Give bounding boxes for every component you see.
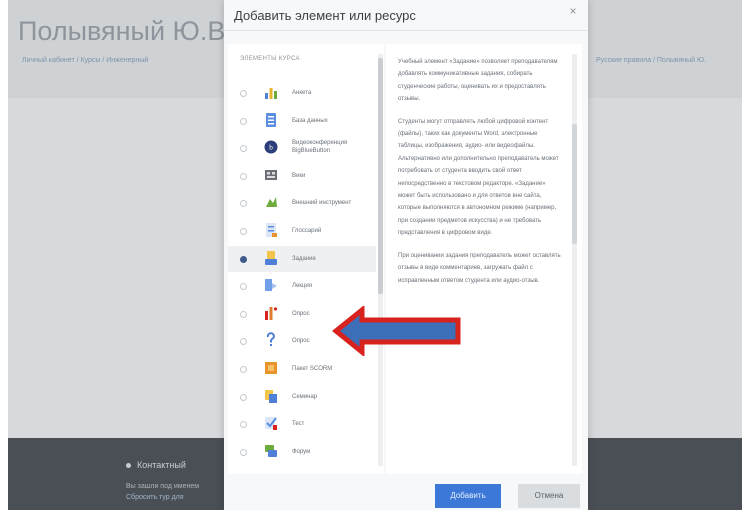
activity-item[interactable]: Вики (228, 163, 376, 189)
puzzle-icon (264, 194, 278, 210)
description-panel: Учебный элемент «Задание» позволяет преп… (386, 44, 582, 474)
activity-item[interactable]: Глоссарий (228, 218, 376, 244)
activity-list: ЭЛЕМЕНТЫ КУРСА Анкета База данных b Видеоко… (228, 44, 384, 474)
footer-reset-tour-link[interactable]: Сбросить тур для (126, 494, 184, 501)
wiki-icon (264, 167, 278, 183)
add-button[interactable]: Добавить (435, 484, 501, 508)
description-paragraph: Учебный элемент «Задание» позволяет преп… (398, 59, 558, 103)
activity-item[interactable]: Пакет SCORM (228, 356, 376, 382)
annotation-arrow-icon (332, 306, 461, 356)
chart-icon (264, 84, 278, 100)
cancel-button[interactable]: Отмена (518, 484, 580, 508)
activity-item-label: Анкета (292, 90, 312, 96)
activity-item-label: Видеоконференция BigBlueButton (292, 140, 348, 155)
scorm-icon (264, 360, 278, 376)
close-icon[interactable]: × (566, 4, 580, 18)
activity-radio[interactable] (240, 172, 247, 180)
description-paragraph: Студенты могут отправлять любой цифровой… (398, 118, 559, 237)
activity-item[interactable]: Внешний инструмент (228, 190, 376, 216)
activity-item[interactable]: Задание (228, 245, 376, 272)
database-icon (264, 112, 278, 128)
activity-item-label: Тест (292, 421, 305, 428)
activity-chooser-modal: Добавить элемент или ресурс × ЭЛЕМЕНТЫ К… (224, 0, 588, 510)
survey-icon (264, 305, 278, 321)
footer-contact-label: Контактный (137, 460, 186, 470)
activity-radio[interactable] (240, 448, 247, 456)
activity-item-label: Лекция (292, 283, 312, 290)
activity-radio[interactable] (240, 283, 247, 291)
activity-item-label: Пакет SCORM (292, 366, 333, 372)
activity-item[interactable]: Семинар (228, 384, 376, 410)
breadcrumb-right[interactable]: Русские правила / Полывяный Ю. (596, 57, 706, 64)
activity-item[interactable]: Форум (228, 439, 376, 465)
lesson-icon (264, 277, 278, 293)
activity-radio[interactable] (240, 90, 247, 97)
activity-item-label: Семинар (292, 393, 318, 400)
page-title: Полывяный Ю.В. Г (18, 16, 255, 46)
bigbluebutton-icon: b (264, 139, 278, 155)
workshop-icon (264, 388, 278, 404)
activity-radio[interactable] (240, 421, 247, 429)
modal-title: Добавить элемент или ресурс (234, 8, 416, 23)
description-scrollbar-thumb[interactable] (572, 124, 577, 244)
activity-item-label: Внешний инструмент (292, 200, 352, 207)
assignment-icon (264, 250, 278, 266)
modal-divider (224, 30, 588, 31)
activity-radio[interactable] (240, 228, 247, 235)
activity-radio[interactable] (240, 393, 247, 401)
activity-item[interactable]: База данных (228, 108, 376, 134)
activity-radio[interactable] (240, 338, 247, 346)
activity-item-label: Вики (292, 172, 306, 179)
list-scrollbar-thumb[interactable] (378, 58, 383, 294)
activity-radio[interactable] (240, 145, 247, 153)
forum-icon (264, 443, 278, 459)
svg-text:b: b (269, 145, 273, 152)
activity-radio[interactable] (240, 200, 247, 208)
activity-item[interactable]: b Видеоконференция BigBlueButton (228, 135, 376, 161)
glossary-icon (264, 222, 278, 238)
activity-radio[interactable] (240, 366, 247, 373)
footer-contact[interactable]: Контактный (126, 460, 186, 470)
activity-radio[interactable] (240, 117, 247, 125)
description-scrollbar[interactable] (572, 54, 577, 466)
activity-radio[interactable] (240, 255, 247, 263)
activity-item-label: База данных (292, 117, 328, 124)
activity-item-label: Глоссарий (292, 228, 322, 234)
activity-radio[interactable] (240, 310, 247, 318)
activity-item-label: Форум (292, 448, 311, 455)
activity-item-label: Задание (292, 255, 316, 262)
breadcrumb[interactable]: Личный кабинет / Курсы / Инженерный (22, 57, 148, 64)
activity-item[interactable]: Анкета (228, 80, 376, 106)
activity-item[interactable]: Лекция (228, 273, 376, 299)
quiz-icon (264, 415, 278, 431)
description-text: Учебный элемент «Задание» позволяет преп… (398, 56, 564, 297)
list-heading: ЭЛЕМЕНТЫ КУРСА (240, 56, 300, 62)
info-icon (126, 463, 131, 469)
activity-item[interactable]: Тест (228, 411, 376, 437)
footer-logged-in: Вы зашли под именем (126, 483, 200, 490)
question-icon (264, 332, 278, 348)
description-paragraph: При оценивании задания преподаватель мож… (398, 252, 561, 284)
